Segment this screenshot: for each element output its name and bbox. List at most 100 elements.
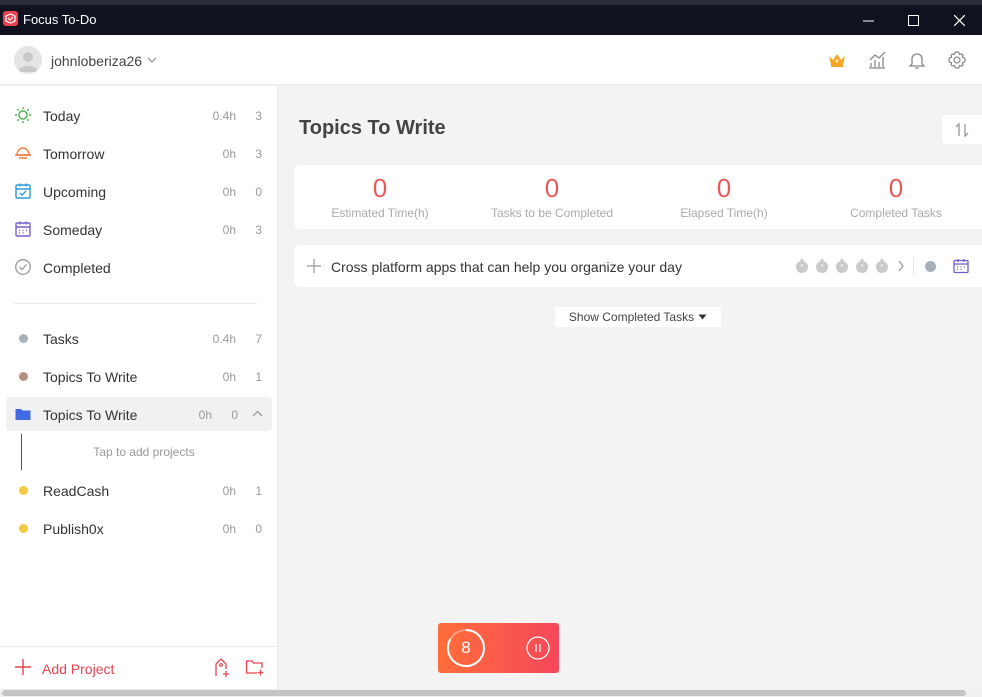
sidebar-item-label: Tomorrow — [43, 146, 105, 162]
add-task-row[interactable]: Cross platform apps that can help you or… — [294, 245, 982, 287]
sidebar-item-upcoming[interactable]: Upcoming 0h 0 — [6, 174, 272, 208]
stat-completed-tasks: 0 Completed Tasks — [810, 165, 982, 220]
pomodoro-icon[interactable] — [814, 258, 830, 274]
pomodoro-icon[interactable] — [794, 258, 810, 274]
show-completed-tasks-button[interactable]: Show Completed Tasks — [555, 307, 721, 327]
close-button[interactable] — [936, 5, 982, 35]
minimize-button[interactable] — [845, 5, 891, 35]
stat-value: 0 — [544, 173, 560, 203]
sidebar-item-count: 0 — [255, 522, 262, 536]
sidebar-item-count: 1 — [255, 370, 262, 384]
bell-icon[interactable] — [907, 50, 927, 70]
sidebar-item-time: 0h — [222, 370, 236, 384]
sidebar-item-label: Topics To Write — [43, 369, 138, 385]
plus-icon[interactable] — [14, 658, 32, 676]
chevron-down-icon[interactable] — [147, 57, 157, 64]
gear-icon[interactable] — [947, 50, 967, 70]
sidebar-item-publish0x[interactable]: Publish0x 0h 0 — [6, 511, 272, 545]
sidebar-item-count: 3 — [255, 223, 262, 237]
sidebar-item-label: Publish0x — [43, 521, 104, 537]
pause-button[interactable] — [526, 636, 550, 660]
stat-estimated-time: 0 Estimated Time(h) — [294, 165, 466, 220]
sidebar-item-label: Tasks — [43, 331, 79, 347]
pomodoro-icon[interactable] — [834, 258, 850, 274]
sidebar-item-tomorrow[interactable]: Tomorrow 0h 3 — [6, 136, 272, 170]
task-input[interactable]: Cross platform apps that can help you or… — [331, 259, 682, 275]
sidebar-item-count: 1 — [255, 484, 262, 498]
sidebar-item-time: 0h — [222, 484, 236, 498]
username[interactable]: johnloberiza26 — [51, 53, 142, 69]
app-header: johnloberiza26 — [0, 35, 982, 85]
sort-button[interactable] — [942, 115, 982, 144]
project-dot-icon — [14, 519, 32, 537]
sidebar-item-tasks[interactable]: Tasks 0.4h 7 — [6, 321, 272, 355]
stat-tasks-to-be-completed: 0 Tasks to be Completed — [466, 165, 638, 220]
stat-label: Elapsed Time(h) — [680, 206, 768, 220]
sidebar-item-time: 0.4h — [212, 332, 236, 346]
sidebar-item-topics-to-write[interactable]: Topics To Write 0h 1 — [6, 359, 272, 393]
sidebar-item-time: 0h — [222, 223, 236, 237]
stats-panel: 0 Estimated Time(h) 0 Tasks to be Comple… — [294, 165, 982, 229]
separator — [913, 257, 914, 275]
sidebar-item-time: 0h — [222, 185, 236, 199]
sunrise-icon — [14, 144, 32, 162]
sidebar-item-label: Topics To Write — [43, 407, 138, 423]
sidebar-item-label: ReadCash — [43, 483, 110, 499]
chevron-up-icon[interactable] — [252, 410, 263, 417]
crown-icon[interactable] — [827, 50, 847, 70]
caret-down-icon — [698, 314, 707, 320]
sidebar-item-someday[interactable]: Someday 0h 3 — [6, 212, 272, 246]
horizontal-scrollbar[interactable] — [0, 689, 982, 697]
sidebar-item-time: 0h — [222, 522, 236, 536]
calendar-icon[interactable] — [953, 258, 969, 274]
priority-dot-icon[interactable] — [925, 261, 936, 272]
sun-icon — [14, 106, 32, 124]
stat-value: 0 — [888, 173, 904, 203]
stat-label: Completed Tasks — [850, 206, 942, 220]
sidebar-item-label: Someday — [43, 222, 103, 238]
statistics-icon[interactable] — [867, 50, 887, 70]
sidebar-item-readcash[interactable]: ReadCash 0h 1 — [6, 473, 272, 507]
sidebar-item-label: Upcoming — [43, 184, 107, 200]
calendar-icon — [14, 220, 32, 238]
app-icon — [3, 11, 18, 26]
pomodoro-icon[interactable] — [874, 258, 890, 274]
sort-icon — [955, 121, 969, 138]
maximize-button[interactable] — [890, 5, 936, 35]
project-dot-icon — [14, 481, 32, 499]
avatar[interactable] — [14, 46, 42, 74]
add-tag-icon[interactable] — [213, 658, 231, 678]
sidebar-item-label: Completed — [43, 260, 111, 276]
add-projects-hint[interactable]: Tap to add projects — [14, 445, 274, 459]
sidebar-item-time: 0h — [222, 147, 236, 161]
title-bar: Focus To-Do — [0, 0, 982, 35]
sidebar-item-count: 3 — [255, 109, 262, 123]
sidebar: Today 0.4h 3 Tomorrow 0h 3 Upcoming 0h 0… — [0, 86, 278, 690]
plus-icon[interactable] — [307, 259, 321, 273]
sidebar-item-topics-to-write-folder[interactable]: Topics To Write 0h 0 — [6, 397, 272, 431]
sidebar-item-today[interactable]: Today 0.4h 3 — [6, 98, 272, 132]
project-dot-icon — [14, 367, 32, 385]
scrollbar-thumb[interactable] — [2, 690, 966, 696]
add-project-bar: Add Project — [0, 646, 278, 690]
sidebar-item-time: 0h — [198, 408, 212, 422]
timer-value: 8 — [461, 638, 471, 657]
show-completed-label: Show Completed Tasks — [568, 310, 695, 324]
add-project-button[interactable]: Add Project — [42, 661, 114, 677]
sidebar-item-count: 0 — [231, 408, 238, 422]
calendar-check-icon — [14, 182, 32, 200]
chevron-right-icon[interactable] — [897, 260, 905, 272]
pomodoro-icon[interactable] — [854, 258, 870, 274]
sidebar-item-count: 3 — [255, 147, 262, 161]
stat-label: Tasks to be Completed — [490, 206, 614, 220]
stat-label: Estimated Time(h) — [331, 206, 429, 220]
stat-elapsed-time: 0 Elapsed Time(h) — [638, 165, 810, 220]
pomodoro-timer[interactable]: 8 — [438, 623, 559, 673]
add-folder-icon[interactable] — [245, 659, 265, 676]
stat-value: 0 — [716, 173, 732, 203]
page-title: Topics To Write — [299, 117, 446, 139]
window-title: Focus To-Do — [23, 12, 97, 27]
title-bar-accent — [0, 0, 982, 5]
sidebar-item-completed[interactable]: Completed — [6, 250, 272, 284]
sidebar-item-label: Today — [43, 108, 81, 124]
